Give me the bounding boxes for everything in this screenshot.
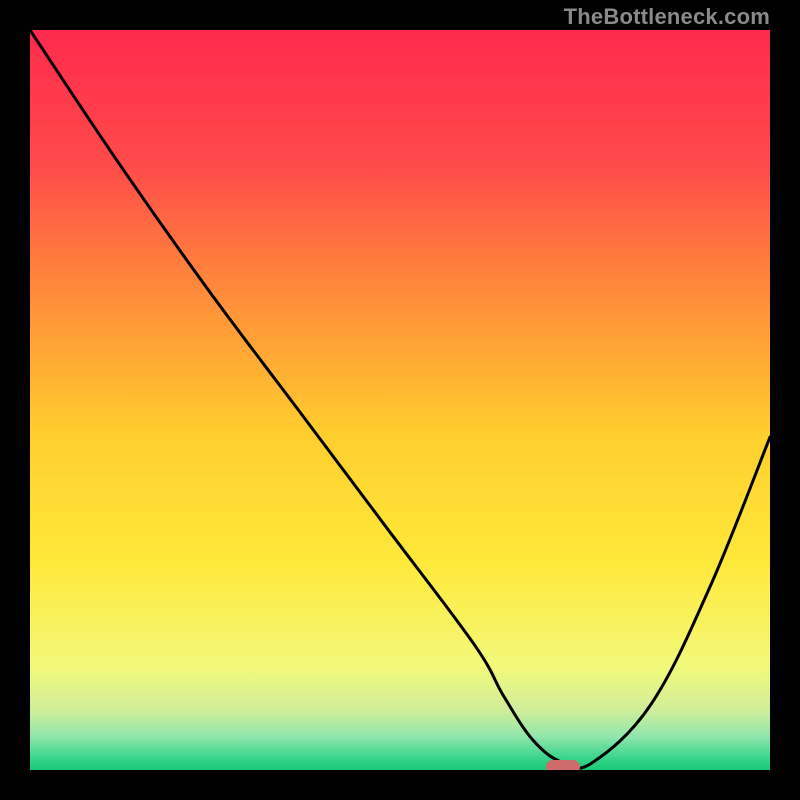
chart-frame: TheBottleneck.com [0,0,800,800]
plot-area [30,30,770,770]
bottleneck-curve [30,30,770,770]
optimal-marker [546,760,580,770]
watermark-text: TheBottleneck.com [564,4,770,30]
